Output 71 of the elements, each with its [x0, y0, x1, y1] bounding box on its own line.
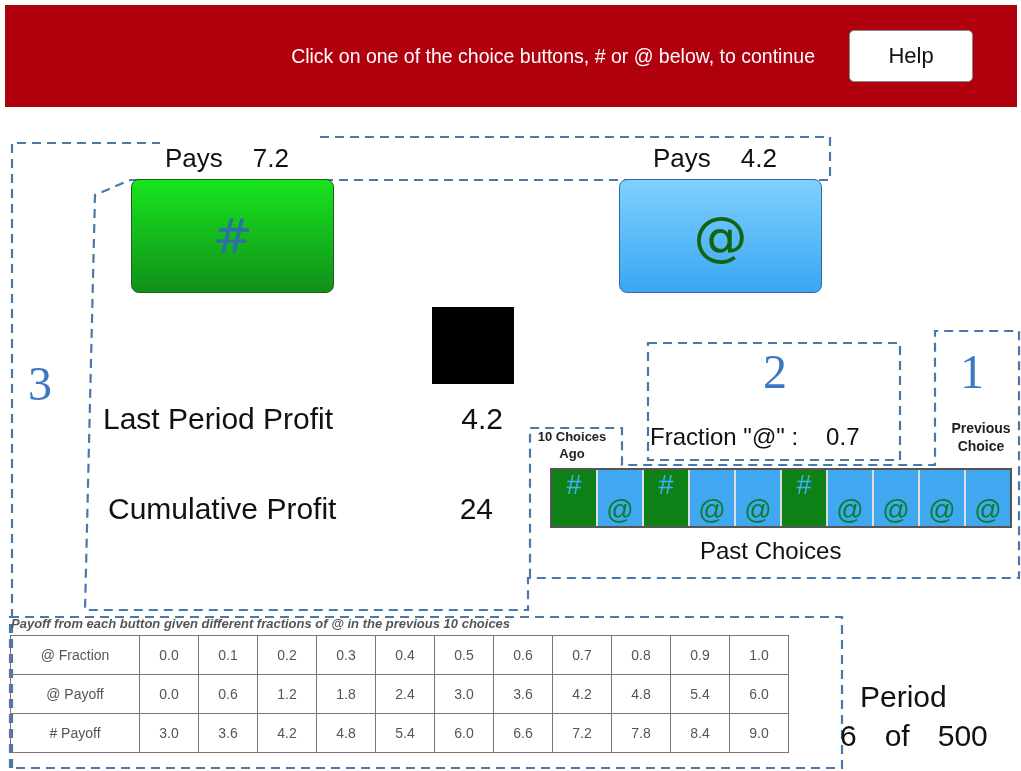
oldest-choice-label: 10 Choices Ago — [536, 429, 608, 463]
pays-value: 7.2 — [252, 143, 289, 174]
annotation-number: 3 — [28, 360, 52, 408]
table-cell: 6.6 — [493, 713, 553, 753]
table-cell: 5.4 — [375, 713, 435, 753]
profit-label: Last Period Profit — [103, 402, 334, 436]
table-cell: 1.0 — [729, 635, 789, 675]
table-cell: 3.6 — [493, 674, 553, 714]
table-cell: 6.0 — [729, 674, 789, 714]
past-choice-cell: # — [552, 470, 596, 526]
table-cell: 7.8 — [611, 713, 671, 753]
past-choice-cell: @ — [598, 470, 642, 526]
table-cell: 0.0 — [139, 674, 199, 714]
profit-value: 24 — [459, 492, 493, 526]
fraction-label: Fraction "@" : — [650, 423, 799, 451]
table-cell: 3.0 — [434, 674, 494, 714]
table-cell: 5.4 — [670, 674, 730, 714]
help-button[interactable]: Help — [849, 30, 973, 82]
past-choice-cell: @ — [736, 470, 780, 526]
past-choice-cell: # — [644, 470, 688, 526]
profit-label: Cumulative Profit — [108, 492, 337, 526]
table-cell: 0.7 — [552, 635, 612, 675]
past-choice-cell: @ — [690, 470, 734, 526]
table-cell: 0.0 — [139, 635, 199, 675]
table-cell: 0.8 — [611, 635, 671, 675]
past-choice-cell: @ — [920, 470, 964, 526]
table-cell: 0.6 — [198, 674, 258, 714]
table-cell: 0.9 — [670, 635, 730, 675]
table-cell: 3.6 — [198, 713, 258, 753]
table-cell: 4.2 — [552, 674, 612, 714]
row-header: @ Fraction — [10, 635, 140, 675]
previous-choice-label: Previous Choice — [950, 420, 1012, 455]
table-cell: 0.4 — [375, 635, 435, 675]
annotation-number: 1 — [960, 348, 984, 396]
table-cell: 4.8 — [611, 674, 671, 714]
instruction-text: Click on one of the choice buttons, # or @ below, to continue — [291, 44, 815, 68]
period-of: of — [884, 719, 910, 753]
table-caption: Payoff from each button given different fractions of @ in the previous 10 choices — [11, 616, 511, 631]
past-choice-cell: # — [782, 470, 826, 526]
past-choices-title: Past Choices — [700, 537, 842, 565]
choice-button[interactable]: # — [131, 179, 334, 293]
period-current: 6 — [840, 719, 857, 753]
past-choice-cell: @ — [874, 470, 918, 526]
table-cell: 1.8 — [316, 674, 376, 714]
pays-label: Pays — [653, 143, 711, 174]
table-cell: 4.8 — [316, 713, 376, 753]
table-cell: 0.2 — [257, 635, 317, 675]
choice-button[interactable]: @ — [619, 179, 822, 293]
table-cell: 9.0 — [729, 713, 789, 753]
table-cell: 7.2 — [552, 713, 612, 753]
table-cell: 3.0 — [139, 713, 199, 753]
past-choice-cell: @ — [828, 470, 872, 526]
table-cell: 0.3 — [316, 635, 376, 675]
pays-label: Pays — [165, 143, 223, 174]
table-cell: 8.4 — [670, 713, 730, 753]
table-cell: 4.2 — [257, 713, 317, 753]
table-cell: 1.2 — [257, 674, 317, 714]
profit-value: 4.2 — [461, 402, 503, 436]
past-choice-cell: @ — [966, 470, 1010, 526]
fraction-value: 0.7 — [826, 423, 860, 451]
row-header: # Payoff — [10, 713, 140, 753]
table-cell: 0.6 — [493, 635, 553, 675]
table-cell: 0.5 — [434, 635, 494, 675]
table-cell: 2.4 — [375, 674, 435, 714]
table-cell: 6.0 — [434, 713, 494, 753]
table-cell: 0.1 — [198, 635, 258, 675]
row-header: @ Payoff — [10, 674, 140, 714]
pays-value: 4.2 — [740, 143, 777, 174]
period-total: 500 — [937, 719, 988, 753]
annotation-number: 2 — [763, 348, 787, 396]
period-label: Period — [860, 680, 947, 714]
